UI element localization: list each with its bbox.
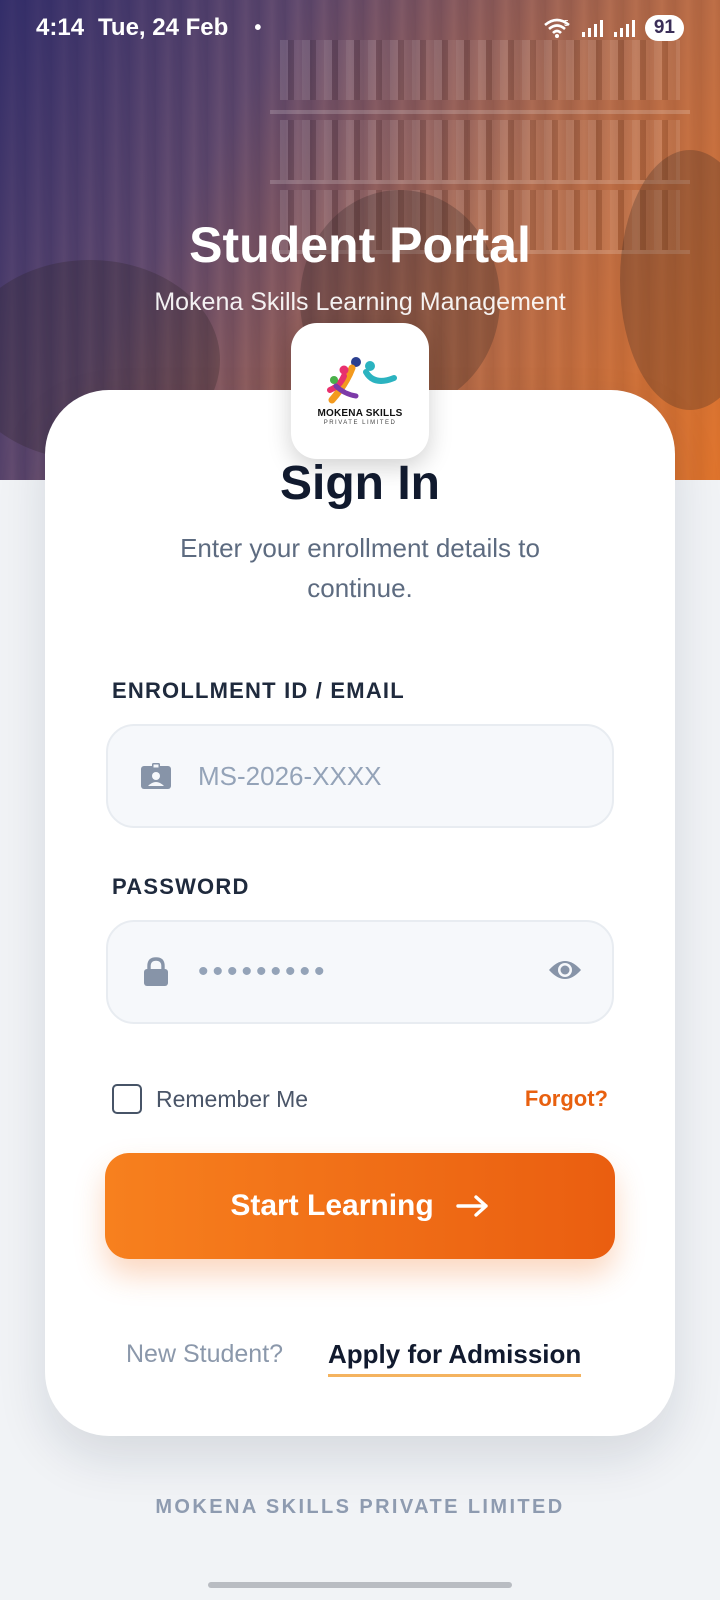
status-bar: 4:14 Tue, 24 Feb • 5 91	[0, 0, 720, 56]
lock-icon	[138, 957, 174, 987]
enrollment-label: ENROLLMENT ID / EMAIL	[112, 678, 405, 703]
status-indicators: 5 91	[543, 15, 684, 41]
hero-figure	[620, 150, 720, 410]
hero-shelf	[270, 110, 690, 114]
wifi-icon: 5	[544, 18, 570, 38]
status-notification-dot: •	[254, 16, 262, 39]
logo-name: MOKENA SKILLS	[317, 408, 403, 419]
remember-checkbox[interactable]	[112, 1084, 142, 1114]
footer-company: MOKENA SKILLS PRIVATE LIMITED	[155, 1496, 565, 1518]
signal-icon-secondary	[613, 20, 635, 37]
remember-label: Remember Me	[156, 1085, 309, 1112]
signal-icon	[581, 20, 603, 37]
arrow-right-icon	[455, 1194, 490, 1218]
brand-logo: MOKENA SKILLS PRIVATE LIMITED	[291, 323, 429, 459]
svg-text:5: 5	[564, 19, 569, 28]
battery-indicator: 91	[644, 15, 684, 41]
status-time: 4:14	[36, 14, 85, 41]
enrollment-input[interactable]	[198, 760, 582, 792]
portal-subtitle: Mokena Skills Learning Management	[154, 288, 566, 316]
logo-tagline: PRIVATE LIMITED	[323, 420, 397, 426]
start-learning-button[interactable]: Start Learning	[105, 1153, 615, 1259]
start-learning-label: Start Learning	[230, 1189, 434, 1222]
new-student-prompt: New Student?	[126, 1340, 284, 1368]
id-card-icon	[138, 762, 174, 790]
hero-shelf	[270, 180, 690, 184]
signin-description: Enter your enrollment details to continu…	[180, 533, 540, 603]
remember-me[interactable]: Remember Me	[112, 1084, 308, 1114]
eye-icon[interactable]	[548, 958, 582, 987]
enrollment-field[interactable]	[106, 724, 614, 828]
password-label: PASSWORD	[112, 874, 250, 899]
forgot-password-link[interactable]: Forgot?	[525, 1086, 608, 1112]
logo-mark-icon	[327, 357, 397, 404]
password-field[interactable]: •••••••••	[106, 920, 614, 1024]
hero-bookrow	[280, 120, 680, 180]
apply-for-admission-link[interactable]: Apply for Admission	[328, 1339, 582, 1377]
status-date: Tue, 24 Feb	[98, 14, 229, 41]
home-indicator[interactable]	[208, 1582, 512, 1588]
password-input[interactable]: •••••••••	[198, 955, 548, 989]
signin-title: Sign In	[280, 457, 440, 510]
portal-title: Student Portal	[189, 217, 531, 273]
